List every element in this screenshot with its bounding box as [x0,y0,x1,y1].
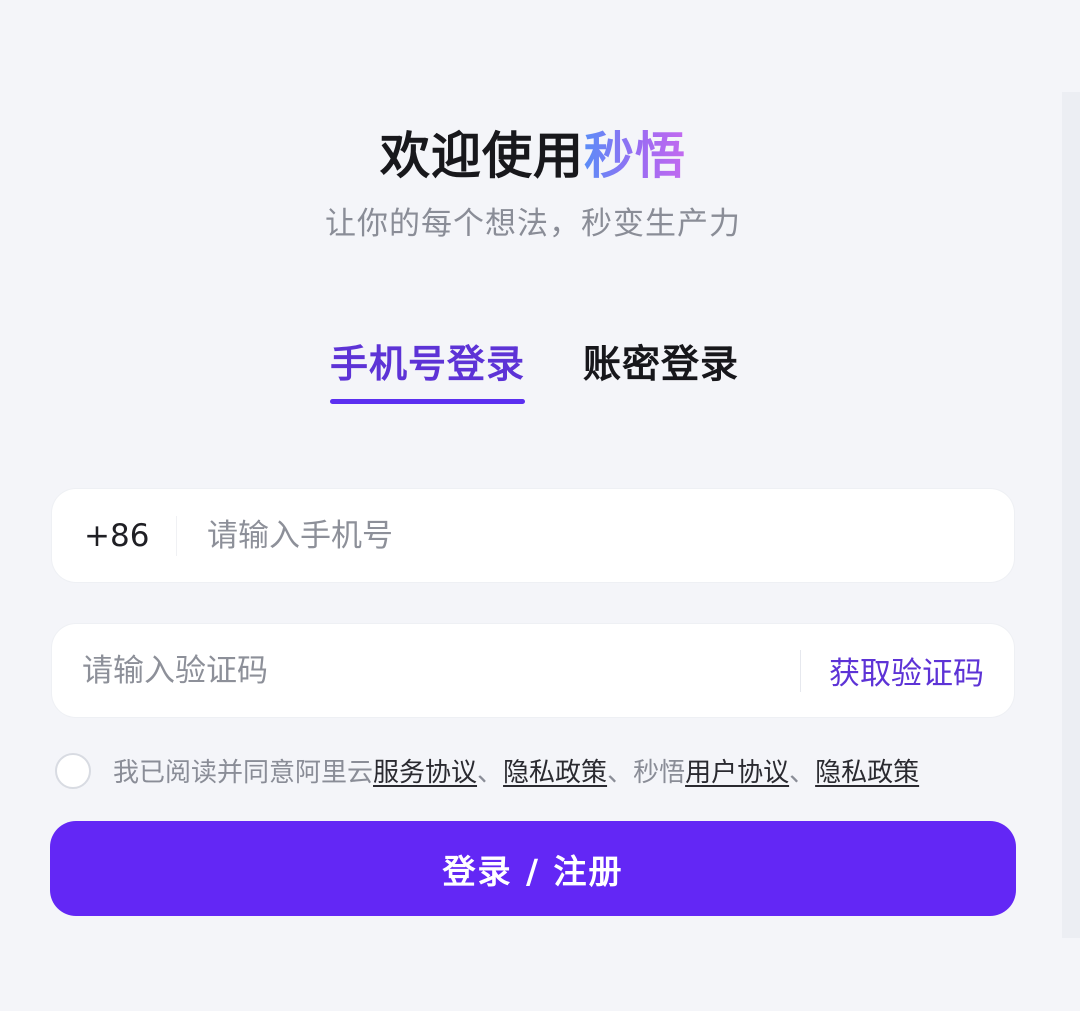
login-register-button[interactable]: 登录 / 注册 [50,821,1016,916]
service-agreement-link[interactable]: 服务协议 [373,752,477,789]
welcome-header: 欢迎使用秒悟 让你的每个想法，秒变生产力 [0,118,1066,243]
title-brand: 秒悟 [584,127,686,185]
tab-password-login-label: 账密登录 [583,342,740,386]
tab-phone-login[interactable]: 手机号登录 [330,336,526,404]
phone-input[interactable] [177,504,1014,567]
privacy-policy-link[interactable]: 隐私政策 [503,752,607,789]
agreement-row: 我已阅读并同意阿里云 服务协议、隐私政策 、秒悟 用户协议、隐私政策 [55,752,1040,789]
agreement-separator: 、 [477,758,504,788]
title-prefix: 欢迎使用 [380,127,584,185]
agreement-mid-text: 、秒悟 [607,758,686,788]
tab-password-login[interactable]: 账密登录 [583,336,739,404]
phone-field: +86 [52,489,1014,582]
agreement-separator: 、 [789,758,816,788]
active-tab-indicator [330,399,526,404]
country-code-selector[interactable]: +86 [52,518,176,554]
agreement-text: 我已阅读并同意阿里云 [113,758,374,788]
user-agreement-link[interactable]: 用户协议 [685,752,789,789]
tab-phone-login-label: 手机号登录 [330,342,526,386]
agreement-checkbox[interactable] [55,752,91,789]
get-code-button[interactable]: 获取验证码 [801,648,1014,693]
verification-code-input[interactable] [52,639,800,702]
page-title: 欢迎使用秒悟 [0,118,1066,194]
page-subtitle: 让你的每个想法，秒变生产力 [325,206,741,242]
brand-privacy-policy-link[interactable]: 隐私政策 [815,752,919,789]
verification-code-field: 获取验证码 [52,624,1014,717]
login-tabs: 手机号登录 账密登录 [330,336,739,404]
